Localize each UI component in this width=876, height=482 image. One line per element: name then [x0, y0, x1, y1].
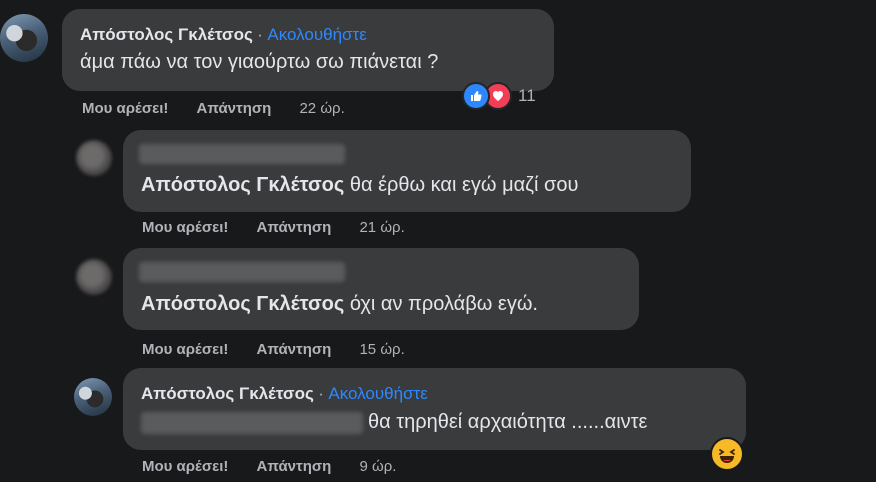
reply-button[interactable]: Απάντηση [257, 219, 332, 236]
comment-text: θα τηρηθεί αρχαιότητα ......αιντε [368, 411, 648, 433]
avatar[interactable] [76, 140, 112, 176]
comment-actions: Μου αρέσει! Απάντηση 21 ώρ. [142, 219, 405, 236]
comment-author[interactable]: Απόστολος Γκλέτσος [141, 384, 314, 403]
like-button[interactable]: Μου αρέσει! [142, 219, 228, 236]
comment-bubble: Απόστολος Γκλέτσος · Ακολουθήστε θα τηρη… [123, 368, 746, 450]
follow-link[interactable]: Ακολουθήστε [267, 25, 366, 44]
separator: · [257, 25, 263, 44]
like-button[interactable]: Μου αρέσει! [82, 100, 168, 117]
follow-link[interactable]: Ακολουθήστε [328, 384, 427, 403]
timestamp[interactable]: 15 ώρ. [359, 341, 404, 358]
like-button[interactable]: Μου αρέσει! [142, 458, 228, 475]
comment-text-line: Απόστολος Γκλέτσος θα έρθω και εγώ μαζί … [141, 174, 578, 197]
comment-actions: Μου αρέσει! Απάντηση 22 ώρ. [82, 100, 345, 117]
reactions-summary[interactable]: 11 [462, 82, 536, 110]
redacted-author-name [139, 144, 345, 164]
like-icon [462, 82, 490, 110]
laughing-emoji-icon[interactable] [710, 437, 744, 471]
avatar[interactable] [76, 259, 112, 295]
mention-link[interactable]: Απόστολος Γκλέτσος [141, 293, 344, 315]
reply-button[interactable]: Απάντηση [257, 341, 332, 358]
reply-button[interactable]: Απάντηση [257, 458, 332, 475]
mention-link[interactable]: Απόστολος Γκλέτσος [141, 174, 344, 196]
comment-text: θα έρθω και εγώ μαζί σου [349, 174, 579, 196]
comment-bubble: Απόστολος Γκλέτσος όχι αν προλάβω εγώ. [123, 248, 639, 330]
redacted-author-name [139, 262, 345, 282]
like-button[interactable]: Μου αρέσει! [142, 341, 228, 358]
comment-text: όχι αν προλάβω εγώ. [349, 293, 538, 315]
comment-text: άμα πάω να τον γιαούρτω σω πιάνεται ? [80, 51, 439, 73]
comment-actions: Μου αρέσει! Απάντηση 9 ώρ. [142, 458, 396, 475]
separator: · [318, 384, 324, 403]
reply-button[interactable]: Απάντηση [197, 100, 272, 117]
comment-text-line: Απόστολος Γκλέτσος όχι αν προλάβω εγώ. [141, 293, 538, 316]
comment-actions: Μου αρέσει! Απάντηση 15 ώρ. [142, 341, 405, 358]
timestamp[interactable]: 21 ώρ. [359, 219, 404, 236]
comment-bubble: Απόστολος Γκλέτσος · Ακολουθήστε άμα πάω… [62, 9, 554, 91]
comment-bubble: Απόστολος Γκλέτσος θα έρθω και εγώ μαζί … [123, 130, 691, 212]
timestamp[interactable]: 22 ώρ. [299, 100, 344, 117]
comment-author[interactable]: Απόστολος Γκλέτσος [80, 25, 253, 44]
avatar[interactable] [74, 378, 112, 416]
reaction-count: 11 [518, 86, 536, 105]
avatar[interactable] [0, 14, 48, 62]
timestamp[interactable]: 9 ώρ. [359, 458, 396, 475]
redacted-mention [141, 412, 363, 434]
